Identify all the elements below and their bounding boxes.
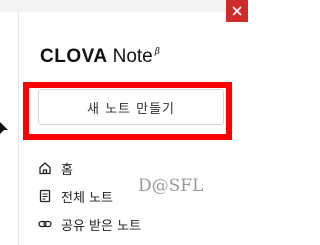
window-top-strip [0, 0, 248, 12]
home-icon [38, 161, 52, 175]
nav-item-all-notes[interactable]: 전체 노트 [38, 186, 113, 206]
nav-item-home[interactable]: 홈 [38, 158, 73, 178]
logo-product: Note [112, 46, 153, 67]
logo-beta-mark: β [154, 47, 160, 57]
nav-label-shared-notes: 공유 받은 노트 [61, 218, 142, 234]
sidebar-divider [18, 12, 19, 245]
cursor-fragment-icon [0, 122, 8, 134]
nav-label-home: 홈 [61, 162, 73, 178]
new-note-button[interactable]: 새 노트 만들기 [38, 89, 224, 125]
window-close-button[interactable] [226, 0, 248, 22]
link-icon [38, 217, 52, 231]
nav-item-shared-notes[interactable]: 공유 받은 노트 [38, 214, 141, 234]
logo-brand: CLOVA [40, 46, 108, 67]
watermark: D@SFL [138, 176, 204, 196]
close-icon [232, 6, 242, 16]
nav-label-all-notes: 전체 노트 [61, 190, 113, 206]
clova-note-logo: CLOVA Note β [40, 46, 160, 68]
document-icon [38, 189, 52, 203]
